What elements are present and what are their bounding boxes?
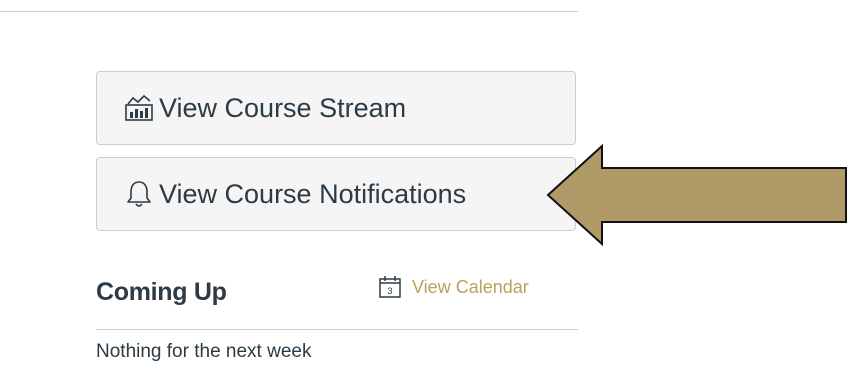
view-calendar-label: View Calendar [412, 276, 529, 297]
svg-text:3: 3 [387, 286, 392, 296]
view-course-stream-button[interactable]: View Course Stream [96, 71, 576, 145]
top-divider [0, 11, 578, 12]
view-course-stream-label: View Course Stream [159, 92, 407, 123]
empty-message: Nothing for the next week [96, 341, 312, 362]
coming-up-heading: Coming Up [96, 278, 227, 306]
pointer-arrow [546, 143, 847, 247]
bell-icon [121, 176, 157, 212]
coming-up-divider [96, 329, 578, 330]
view-course-notifications-label: View Course Notifications [159, 178, 467, 209]
course-stream-icon [121, 90, 157, 126]
calendar-icon: 3 [378, 275, 402, 299]
view-calendar-link[interactable]: 3 View Calendar [378, 275, 529, 299]
view-course-notifications-button[interactable]: View Course Notifications [96, 157, 576, 231]
